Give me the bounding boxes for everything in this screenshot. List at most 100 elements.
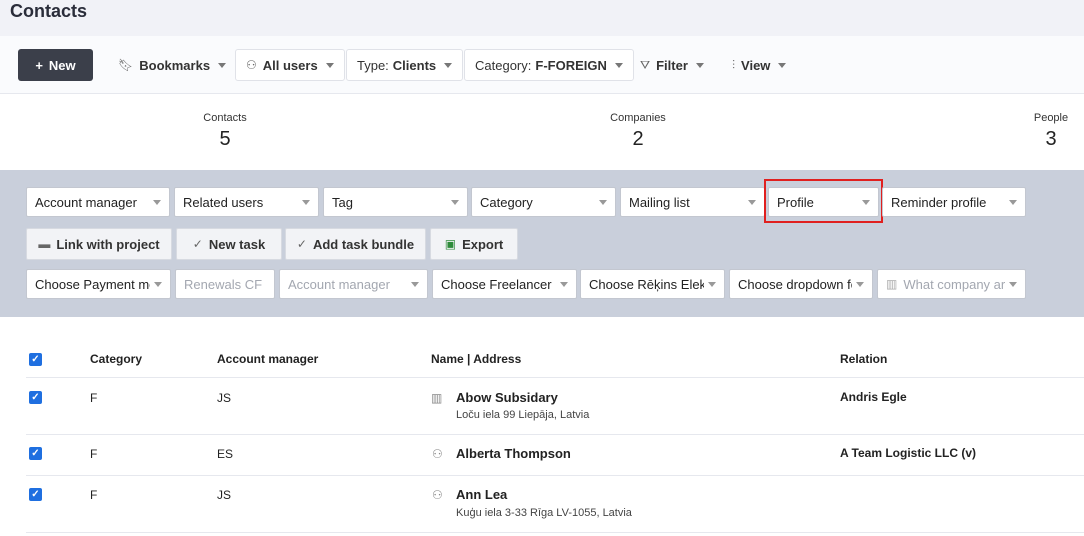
relation-link[interactable]: Andris Egle	[840, 390, 907, 404]
users-dropdown[interactable]: ⚇ All users	[235, 49, 345, 81]
relation-link[interactable]: A Team Logistic LLC (v)	[840, 446, 976, 460]
filter-freelancer[interactable]: Choose Freelancer li	[432, 269, 577, 299]
filter-reminder-profile[interactable]: Reminder profile	[882, 187, 1026, 217]
contact-name-link[interactable]: Alberta Thompson	[456, 446, 571, 461]
column-header-account-manager[interactable]: Account manager	[217, 352, 318, 366]
select-text: Account manager	[288, 276, 390, 292]
briefcase-icon: ▬	[38, 237, 51, 251]
stats-bar: Contacts 5 Companies 2 People 3	[0, 94, 1084, 170]
row-divider	[26, 532, 1084, 533]
filter-account-manager[interactable]: Account manager	[26, 187, 170, 217]
row-checkbox[interactable]: ✓	[29, 447, 42, 460]
cell-manager: JS	[217, 488, 232, 502]
column-header-name-address[interactable]: Name | Address	[431, 352, 521, 366]
sliders-icon: ⫶	[732, 57, 736, 72]
column-header-category[interactable]: Category	[90, 352, 142, 366]
select-text: Choose Freelancer li	[441, 276, 556, 292]
link-with-project-button[interactable]: ▬ Link with project	[26, 228, 172, 260]
cell-manager: ES	[217, 447, 234, 461]
plus-icon: +	[35, 57, 43, 73]
bookmarks-dropdown[interactable]: 🔖︎ Bookmarks	[118, 49, 227, 81]
select-text: Tag	[332, 194, 353, 210]
filter-company-type[interactable]: ▥ What company are	[877, 269, 1026, 299]
add-task-bundle-button[interactable]: ✓ Add task bundle	[285, 228, 426, 260]
chevron-down-icon	[444, 62, 453, 68]
category-prefix: Category:	[475, 57, 532, 73]
chevron-down-icon	[325, 62, 334, 68]
contact-address: Loču iela 99 Liepāja, Latvia	[456, 409, 590, 421]
stat-people[interactable]: People 3	[1024, 112, 1078, 151]
chevron-down-icon	[614, 62, 623, 68]
contact-address: Kuģu iela 3-33 Rīga LV-1055, Latvia	[456, 507, 632, 519]
filter-dropdown[interactable]: ⛛ Filter	[640, 49, 704, 81]
export-button[interactable]: ▣ Export	[430, 228, 518, 260]
chevron-down-icon	[218, 62, 227, 68]
users-label: All users	[262, 57, 318, 73]
renewals-cf-input[interactable]: Renewals CF	[175, 269, 275, 299]
chevron-down-icon	[302, 199, 310, 205]
person-icon: ⚇	[432, 488, 443, 502]
column-header-relation[interactable]: Relation	[840, 352, 887, 366]
type-dropdown[interactable]: Type: Clients	[346, 49, 464, 81]
select-text: What company are	[903, 276, 1005, 292]
stat-value: 3	[1045, 128, 1057, 150]
button-label: New task	[208, 236, 266, 252]
select-text: Choose dropdown fo	[738, 276, 852, 292]
filter-account-manager-cf[interactable]: Account manager	[279, 269, 428, 299]
chevron-down-icon	[695, 62, 704, 68]
stat-label: Companies	[610, 112, 666, 124]
check-icon: ✓	[296, 237, 307, 251]
person-icon: ⚇	[246, 58, 257, 72]
button-label: Link with project	[56, 236, 160, 252]
select-text: Reminder profile	[891, 194, 987, 210]
filter-rekins-elekt[interactable]: Choose Rēķins Elekt	[580, 269, 725, 299]
new-button[interactable]: + New	[18, 49, 93, 81]
row-divider	[26, 377, 1084, 378]
row-checkbox[interactable]: ✓	[29, 488, 42, 501]
chevron-down-icon	[154, 281, 162, 287]
chevron-down-icon	[599, 199, 607, 205]
chevron-down-icon	[748, 199, 756, 205]
view-label: View	[741, 57, 771, 73]
chevron-down-icon	[451, 199, 459, 205]
view-dropdown[interactable]: ⫶ View	[732, 49, 787, 81]
type-value: Clients	[392, 57, 437, 73]
profile-highlight-box	[764, 179, 883, 223]
filter-payment-method[interactable]: Choose Payment me	[26, 269, 171, 299]
chevron-down-icon	[708, 281, 716, 287]
cell-category: F	[90, 488, 98, 502]
stat-value: 2	[632, 128, 644, 150]
building-icon: ▥	[886, 277, 898, 291]
select-text: Category	[480, 194, 533, 210]
filter-category[interactable]: Category	[471, 187, 616, 217]
chevron-down-icon	[411, 281, 419, 287]
select-text: Account manager	[35, 194, 137, 210]
cell-manager: JS	[217, 391, 232, 405]
contacts-table: ✓ Category Account manager Name | Addres…	[0, 317, 1084, 536]
new-task-button[interactable]: ✓ New task	[176, 228, 282, 260]
contact-name-link[interactable]: Abow Subsidary	[456, 390, 558, 405]
chevron-down-icon	[1009, 199, 1017, 205]
button-label: Export	[462, 236, 504, 252]
bookmarks-label: Bookmarks	[139, 57, 211, 73]
row-checkbox[interactable]: ✓	[29, 391, 42, 404]
category-dropdown[interactable]: Category: F-FOREIGN	[464, 49, 634, 81]
page-title: Contacts	[10, 1, 88, 21]
chevron-down-icon	[153, 199, 161, 205]
stat-contacts[interactable]: Contacts 5	[190, 112, 260, 151]
person-icon: ⚇	[432, 447, 443, 461]
row-divider	[26, 475, 1084, 476]
filter-related-users[interactable]: Related users	[174, 187, 319, 217]
building-icon: ▥	[431, 391, 443, 405]
select-all-checkbox[interactable]: ✓	[29, 353, 42, 366]
stat-label: Contacts	[203, 112, 247, 124]
select-text: Choose Payment me	[35, 276, 150, 292]
toolbar: + New 🔖︎ Bookmarks ⚇ All users Type: Cli…	[0, 36, 1084, 94]
stat-companies[interactable]: Companies 2	[598, 112, 678, 151]
chevron-down-icon	[560, 281, 568, 287]
contact-name-link[interactable]: Ann Lea	[456, 487, 507, 502]
filter-mailing-list[interactable]: Mailing list	[620, 187, 765, 217]
filter-dropdown-field[interactable]: Choose dropdown fo	[729, 269, 873, 299]
chevron-down-icon	[778, 62, 787, 68]
filter-tag[interactable]: Tag	[323, 187, 468, 217]
